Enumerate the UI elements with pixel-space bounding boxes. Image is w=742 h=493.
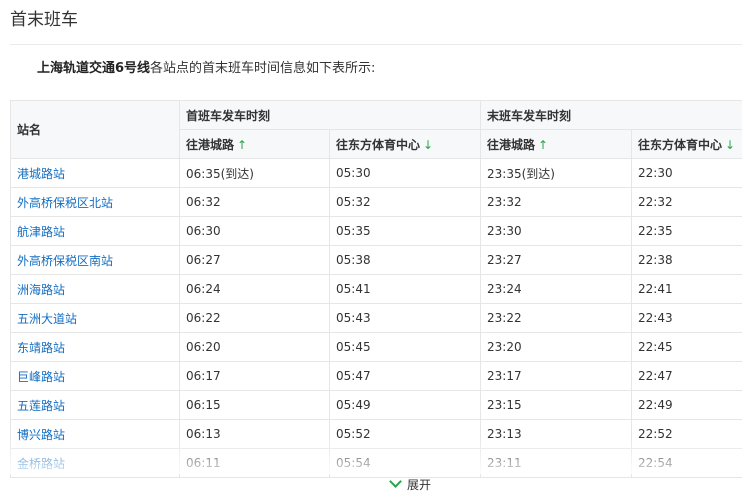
first-train-time-2: 05:32 xyxy=(328,187,482,217)
last-train-time-2: 22:30 xyxy=(631,158,742,188)
expand-label: 展开 xyxy=(407,478,432,492)
section-title: 首末班车 xyxy=(10,10,78,30)
table-row: 金桥路站 06:11 05:54 23:11 22:54 xyxy=(10,448,742,478)
first-train-time-1: 06:13 xyxy=(179,419,330,449)
table-row: 博兴路站 06:13 05:52 23:13 22:52 xyxy=(10,419,742,449)
last-train-time-1: 23:27 xyxy=(480,245,633,275)
intro-rest: 各站点的首末班车时间信息如下表所示: xyxy=(150,61,376,76)
station-link[interactable]: 港城路站 xyxy=(10,158,180,188)
last-train-time-1: 23:15 xyxy=(480,390,633,420)
first-direction-1-header: 往港城路 ↑ xyxy=(179,129,330,159)
arrow-up-icon: ↑ xyxy=(237,137,248,152)
last-train-time-1: 23:32 xyxy=(480,187,633,217)
last-train-time-1: 23:24 xyxy=(480,274,633,304)
first-train-time-2: 05:47 xyxy=(328,361,482,391)
first-train-time-2: 05:52 xyxy=(328,419,482,449)
first-train-time-1: 06:30 xyxy=(179,216,330,246)
first-train-time-1: 06:27 xyxy=(179,245,330,275)
last-train-time-1: 23:22 xyxy=(480,303,633,333)
direction-label: 往港城路 xyxy=(186,137,235,152)
first-train-time-1: 06:17 xyxy=(179,361,330,391)
station-link[interactable]: 东靖路站 xyxy=(10,332,180,362)
table-header-row: 站名 首班车发车时刻 末班车发车时刻 xyxy=(10,100,742,159)
first-train-time-1: 06:15 xyxy=(179,390,330,420)
last-train-time-1: 23:30 xyxy=(480,216,633,246)
title-divider xyxy=(10,44,742,45)
intro-text: 上海轨道交通6号线各站点的首末班车时间信息如下表所示: xyxy=(37,58,375,80)
last-train-time-2: 22:43 xyxy=(631,303,742,333)
station-link[interactable]: 巨峰路站 xyxy=(10,361,180,391)
direction-label: 往东方体育中心 xyxy=(638,137,723,152)
first-direction-2-header: 往东方体育中心 ↓ xyxy=(328,129,482,159)
last-train-time-1: 23:20 xyxy=(480,332,633,362)
table-row: 洲海路站 06:24 05:41 23:24 22:41 xyxy=(10,274,742,304)
station-link[interactable]: 外高桥保税区南站 xyxy=(10,245,180,275)
station-link[interactable]: 五洲大道站 xyxy=(10,303,180,333)
last-train-time-2: 22:49 xyxy=(631,390,742,420)
first-train-time-1: 06:32 xyxy=(179,187,330,217)
first-train-time-2: 05:54 xyxy=(328,448,482,478)
last-train-time-2: 22:35 xyxy=(631,216,742,246)
first-train-time-2: 05:45 xyxy=(328,332,482,362)
first-train-time-1: 06:20 xyxy=(179,332,330,362)
first-train-time-2: 05:30 xyxy=(328,158,482,188)
last-train-time-2: 22:32 xyxy=(631,187,742,217)
station-link[interactable]: 航津路站 xyxy=(10,216,180,246)
last-direction-1-header: 往港城路 ↑ xyxy=(480,129,633,159)
direction-label: 往港城路 xyxy=(487,137,536,152)
last-train-time-2: 22:45 xyxy=(631,332,742,362)
last-train-time-1: 23:11 xyxy=(480,448,633,478)
schedule-body: 港城路站 06:35(到达) 05:30 23:35(到达) 22:30 外高桥保税区北站… xyxy=(10,158,742,478)
first-train-time-1: 06:24 xyxy=(179,274,330,304)
station-link[interactable]: 洲海路站 xyxy=(10,274,180,304)
last-direction-2-header: 往东方体育中心 ↓ xyxy=(631,129,742,159)
table-row: 五莲路站 06:15 05:49 23:15 22:49 xyxy=(10,390,742,420)
last-train-time-1: 23:13 xyxy=(480,419,633,449)
schedule-table: 站名 首班车发车时刻 末班车发车时刻 往港城路 ↑ 往东方体育中心 ↓ 往港城路 ↑ … xyxy=(10,100,742,478)
table-row: 外高桥保税区南站 06:27 05:38 23:27 22:38 xyxy=(10,245,742,275)
first-train-time-2: 05:35 xyxy=(328,216,482,246)
last-train-time-2: 22:54 xyxy=(631,448,742,478)
last-train-header: 末班车发车时刻 xyxy=(480,100,742,130)
first-train-time-2: 05:43 xyxy=(328,303,482,333)
table-row: 东靖路站 06:20 05:45 23:20 22:45 xyxy=(10,332,742,362)
page: 首末班车 上海轨道交通6号线各站点的首末班车时间信息如下表所示: 站名 首班车发… xyxy=(0,0,742,493)
last-train-time-2: 22:47 xyxy=(631,361,742,391)
expand-button[interactable]: 展开 xyxy=(389,475,432,493)
station-link[interactable]: 外高桥保税区北站 xyxy=(10,187,180,217)
table-row: 港城路站 06:35(到达) 05:30 23:35(到达) 22:30 xyxy=(10,158,742,188)
chevron-down-icon xyxy=(389,475,402,488)
arrow-up-icon: ↑ xyxy=(538,137,549,152)
table-row: 外高桥保税区北站 06:32 05:32 23:32 22:32 xyxy=(10,187,742,217)
first-train-time-2: 05:41 xyxy=(328,274,482,304)
station-link[interactable]: 金桥路站 xyxy=(10,448,180,478)
first-train-time-1: 06:11 xyxy=(179,448,330,478)
last-train-time-2: 22:41 xyxy=(631,274,742,304)
station-header: 站名 xyxy=(10,100,180,159)
arrow-down-icon: ↓ xyxy=(725,137,736,152)
table-row: 巨峰路站 06:17 05:47 23:17 22:47 xyxy=(10,361,742,391)
table-row: 航津路站 06:30 05:35 23:30 22:35 xyxy=(10,216,742,246)
last-train-time-2: 22:38 xyxy=(631,245,742,275)
table-row: 五洲大道站 06:22 05:43 23:22 22:43 xyxy=(10,303,742,333)
last-train-time-1: 23:17 xyxy=(480,361,633,391)
first-train-time-1: 06:35(到达) xyxy=(179,158,330,188)
arrow-down-icon: ↓ xyxy=(423,137,434,152)
first-train-time-2: 05:38 xyxy=(328,245,482,275)
last-train-time-1: 23:35(到达) xyxy=(480,158,633,188)
last-train-time-2: 22:52 xyxy=(631,419,742,449)
first-train-header: 首班车发车时刻 xyxy=(178,100,482,130)
station-link[interactable]: 五莲路站 xyxy=(10,390,180,420)
first-train-time-1: 06:22 xyxy=(179,303,330,333)
intro-line-name: 上海轨道交通6号线 xyxy=(37,61,151,76)
station-link[interactable]: 博兴路站 xyxy=(10,419,180,449)
direction-label: 往东方体育中心 xyxy=(336,137,421,152)
first-train-time-2: 05:49 xyxy=(328,390,482,420)
